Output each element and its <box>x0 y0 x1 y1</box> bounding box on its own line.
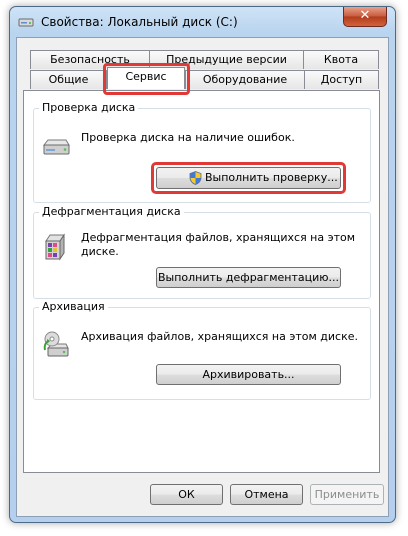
dialog-client: Безопасность Предыдущие версии Квота Общ… <box>16 37 389 517</box>
disk-check-description: Проверка диска на наличие ошибок. <box>81 131 295 144</box>
properties-window: Свойства: Локальный диск (C:) ✕ Безопасн… <box>9 6 396 523</box>
defrag-description-line1: Дефрагментация файлов, хранящихся на это… <box>81 231 356 244</box>
run-defrag-button[interactable]: Выполнить дефрагментацию... <box>156 267 341 288</box>
close-icon: ✕ <box>359 8 371 23</box>
tab-general[interactable]: Общие <box>30 70 107 89</box>
defrag-description-line2: диске. <box>81 245 119 258</box>
defrag-group: Дефрагментация диска Дефрагментация файл… <box>33 205 371 299</box>
tab-hardware[interactable]: Оборудование <box>185 70 305 89</box>
backup-icon <box>43 331 69 357</box>
disk-check-title: Проверка диска <box>39 101 139 114</box>
defrag-title: Дефрагментация диска <box>39 205 184 218</box>
run-check-highlight <box>151 162 346 194</box>
drive-title-icon <box>18 18 34 27</box>
tab-quota[interactable]: Квота <box>303 50 379 69</box>
backup-button[interactable]: Архивировать... <box>156 364 341 385</box>
service-tab-page: Проверка диска Проверка диска на наличие… <box>23 90 380 473</box>
backup-title: Архивация <box>39 300 108 313</box>
defrag-description: Дефрагментация файлов, хранящихся на это… <box>81 231 355 259</box>
disk-check-group: Проверка диска Проверка диска на наличие… <box>33 101 371 203</box>
tab-service-highlight <box>103 63 190 95</box>
backup-group: Архивация Архивация файлов, хранящихся н… <box>33 300 371 400</box>
ok-button[interactable]: ОК <box>150 484 223 505</box>
close-button[interactable]: ✕ <box>343 7 387 27</box>
window-title: Свойства: Локальный диск (C:) <box>41 15 238 29</box>
drive-icon <box>42 139 70 155</box>
apply-button[interactable]: Применить <box>310 484 384 505</box>
cancel-button[interactable]: Отмена <box>230 484 303 505</box>
tab-sharing[interactable]: Доступ <box>304 70 379 89</box>
backup-description: Архивация файлов, хранящихся на этом дис… <box>81 330 359 343</box>
defrag-icon <box>45 233 65 261</box>
